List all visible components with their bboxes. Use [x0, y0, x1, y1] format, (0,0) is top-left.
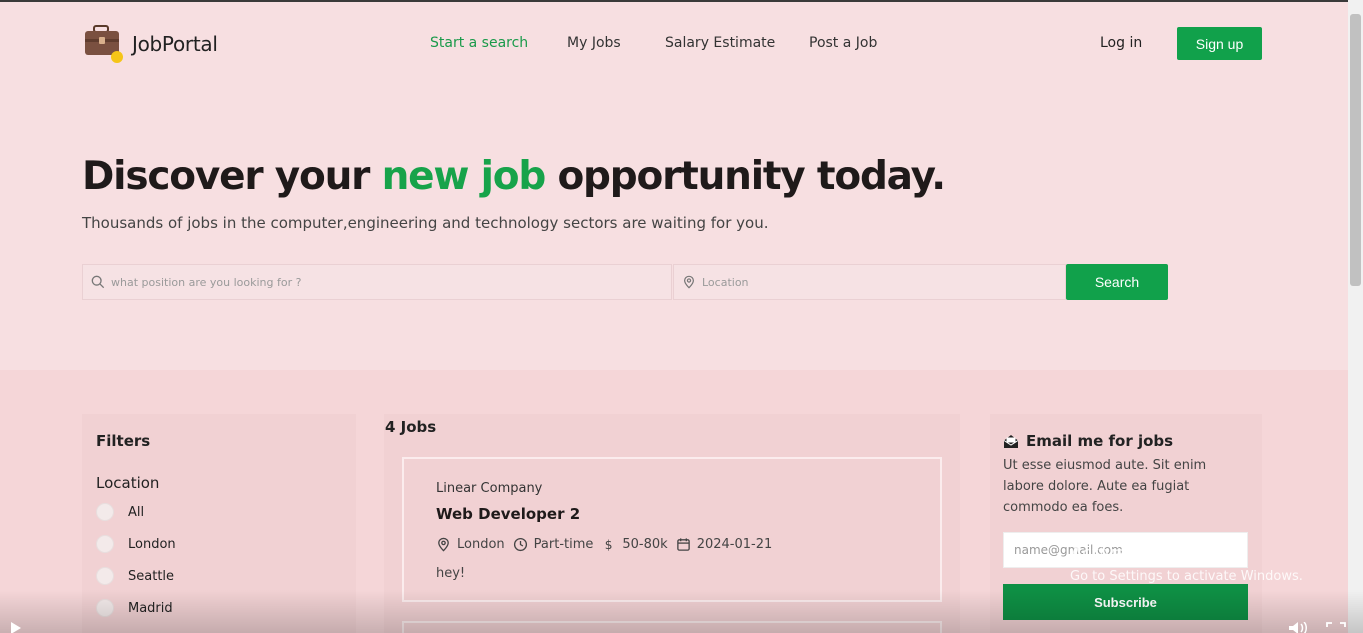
hero-title: Discover your new job opportunity today.	[82, 154, 946, 199]
radio-button[interactable]	[96, 599, 114, 617]
radio-button[interactable]	[96, 567, 114, 585]
brand-name: JobPortal	[132, 32, 218, 56]
logo[interactable]: JobPortal	[84, 25, 218, 63]
email-jobs-panel: Email me for jobs Ut esse eiusmod aute. …	[990, 414, 1262, 633]
location-search-field	[673, 264, 1066, 300]
job-type: Part-time	[513, 537, 593, 552]
login-link[interactable]: Log in	[1100, 35, 1142, 51]
search-button[interactable]: Search	[1066, 264, 1168, 300]
location-option-seattle[interactable]: Seattle	[96, 567, 174, 585]
email-panel-text: Ut esse eiusmod aute. Sit enim labore do…	[1003, 458, 1207, 515]
radio-button[interactable]	[96, 535, 114, 553]
job-salary: $ 50-80k	[601, 537, 668, 552]
fullscreen-icon[interactable]	[1326, 622, 1346, 633]
radio-button[interactable]	[96, 503, 114, 521]
activate-windows-subtitle: Go to Settings to activate Windows.	[1070, 569, 1303, 584]
calendar-icon	[676, 538, 690, 551]
hero-subtitle: Thousands of jobs in the computer,engine…	[82, 214, 769, 232]
filters-panel: Filters Location All London Seattle Madr…	[82, 414, 356, 633]
location-pin-icon	[438, 537, 449, 552]
job-title[interactable]: Web Developer 2	[436, 505, 580, 523]
nav-post-job[interactable]: Post a Job	[809, 35, 877, 51]
nav-my-jobs[interactable]: My Jobs	[567, 35, 621, 51]
envelope-open-icon	[1003, 434, 1019, 448]
play-icon[interactable]	[10, 622, 22, 633]
location-option-london[interactable]: London	[96, 535, 176, 553]
nav-salary-estimate[interactable]: Salary Estimate	[665, 35, 775, 51]
jobs-count: 4 Jobs	[385, 418, 437, 436]
window-top-border	[0, 0, 1363, 2]
job-company: Linear Company	[436, 481, 543, 496]
job-description: hey!	[436, 566, 466, 581]
position-search-field	[82, 264, 672, 300]
signup-button[interactable]: Sign up	[1177, 27, 1262, 60]
subscribe-button[interactable]: Subscribe	[1003, 584, 1248, 620]
location-filter-title: Location	[96, 474, 160, 492]
email-panel-title: Email me for jobs	[1003, 432, 1173, 450]
svg-text:$: $	[605, 538, 613, 552]
scrollbar[interactable]	[1348, 0, 1363, 633]
job-card[interactable]: Linear Company Web Developer 2 London Pa…	[402, 457, 942, 602]
filters-title: Filters	[96, 432, 151, 450]
briefcase-icon	[84, 25, 124, 63]
volume-icon[interactable]	[1288, 622, 1310, 633]
dollar-icon: $	[605, 538, 613, 552]
location-option-all[interactable]: All	[96, 503, 144, 521]
nav-start-search[interactable]: Start a search	[430, 35, 528, 51]
location-input[interactable]	[702, 265, 1065, 299]
search-icon	[91, 275, 105, 289]
activate-windows-title: Activate Windows	[1070, 543, 1230, 564]
job-meta: London Part-time $ 50-80k 2024-01-21	[436, 537, 780, 552]
location-option-madrid[interactable]: Madrid	[96, 599, 173, 617]
clock-icon	[513, 537, 527, 552]
scrollbar-thumb[interactable]	[1350, 14, 1361, 286]
position-input[interactable]	[111, 265, 671, 299]
location-pin-icon	[684, 275, 694, 289]
job-date: 2024-01-21	[676, 537, 772, 552]
job-card[interactable]	[402, 621, 942, 633]
job-location: London	[436, 537, 505, 552]
